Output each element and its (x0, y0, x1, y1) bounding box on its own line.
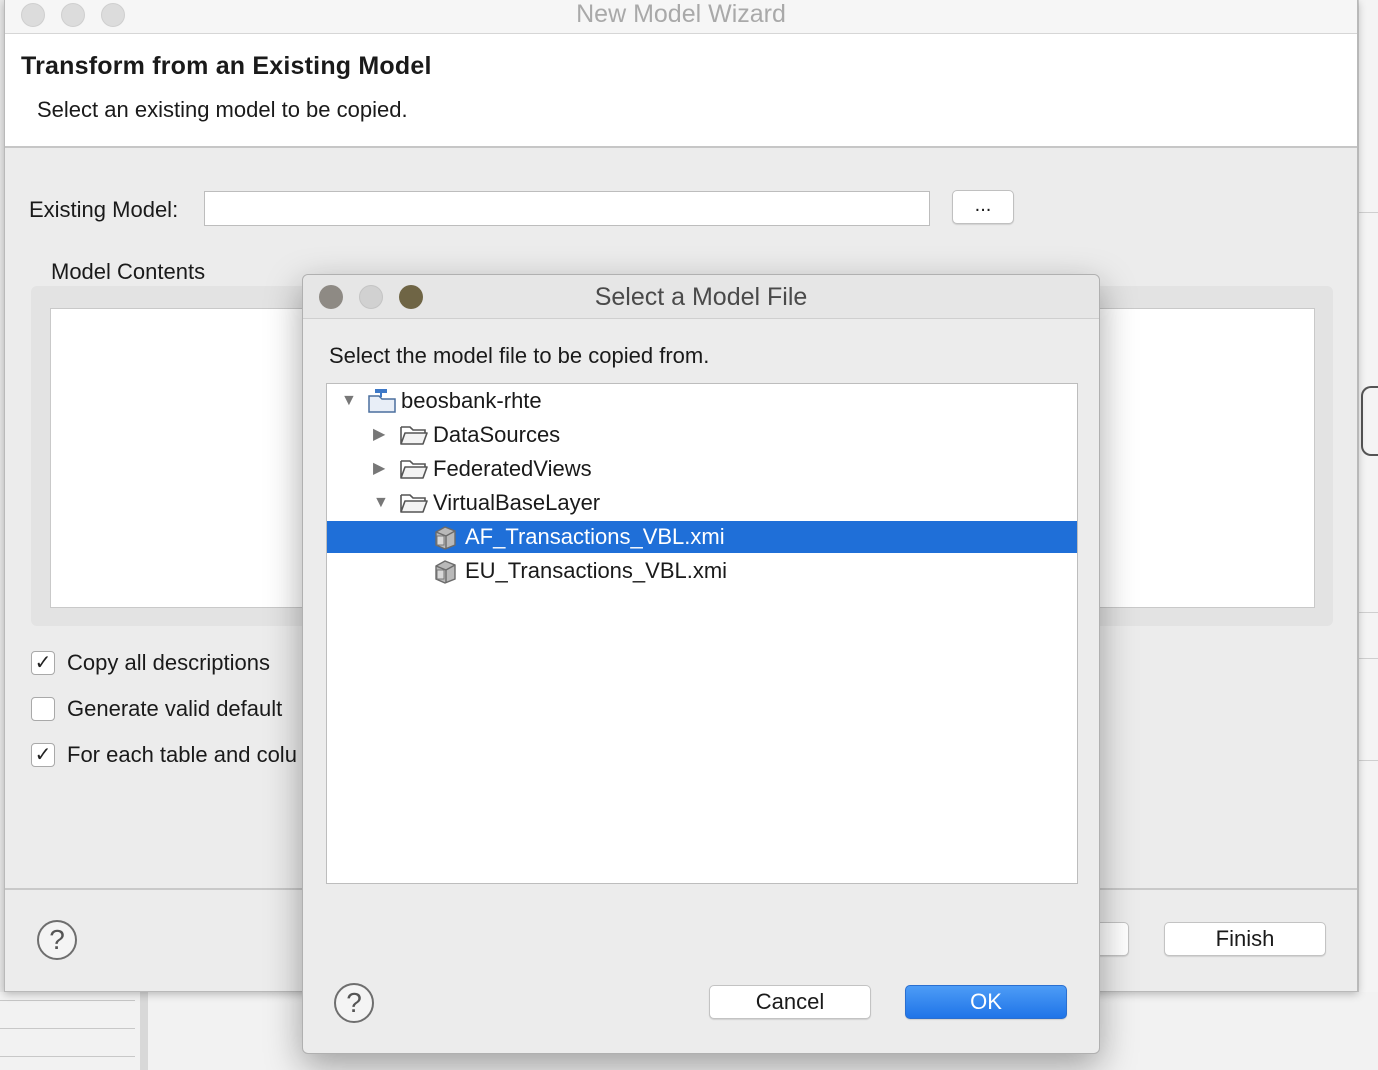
help-icon[interactable]: ? (334, 983, 374, 1023)
tree-item-label: EU_Transactions_VBL.xmi (465, 558, 728, 583)
background-divider (0, 1028, 135, 1029)
copy-descriptions-checkbox[interactable]: ✓ (31, 651, 55, 675)
folder-icon (399, 456, 429, 482)
wizard-header: Transform from an Existing Model Select … (5, 34, 1357, 148)
background-window-edge (1358, 0, 1378, 1070)
copy-descriptions-label: Copy all descriptions (67, 650, 270, 675)
cancel-button[interactable]: Cancel (709, 985, 871, 1019)
project-icon (367, 388, 397, 414)
existing-model-label: Existing Model: (29, 197, 179, 222)
folder-icon (399, 490, 429, 516)
existing-model-input[interactable] (204, 191, 930, 226)
model-icon (431, 558, 461, 584)
select-model-file-dialog: Select a Model File Select the model fil… (302, 274, 1100, 1054)
tree-item-project[interactable]: ▼ beosbank-rhte (327, 385, 1077, 417)
page-title: Transform from an Existing Model (21, 52, 432, 80)
table-column-option[interactable]: ✓ For each table and colu (31, 742, 297, 768)
background-divider (1359, 612, 1378, 613)
tree-item-folder[interactable]: ▶ FederatedViews (327, 453, 1077, 485)
disclosure-collapsed-icon[interactable]: ▶ (373, 419, 385, 451)
tree-item-label: VirtualBaseLayer (433, 490, 601, 515)
background-divider (1359, 658, 1378, 659)
finish-button[interactable]: Finish (1164, 922, 1326, 956)
dialog-prompt: Select the model file to be copied from. (329, 343, 710, 368)
tree-item-folder[interactable]: ▼ VirtualBaseLayer (327, 487, 1077, 519)
table-column-label: For each table and colu (67, 742, 297, 767)
background-divider (1359, 760, 1378, 761)
model-icon (431, 524, 461, 550)
copy-descriptions-option[interactable]: ✓ Copy all descriptions (31, 650, 270, 676)
model-file-tree[interactable]: ▼ beosbank-rhte ▶ DataSources ▶ FederatedView… (326, 383, 1078, 884)
disclosure-expanded-icon[interactable]: ▼ (373, 487, 389, 519)
page-description: Select an existing model to be copied. (37, 97, 408, 122)
tree-item-label: beosbank-rhte (401, 388, 542, 413)
background-shape (1361, 386, 1378, 456)
background-divider (0, 1056, 135, 1057)
disclosure-expanded-icon[interactable]: ▼ (341, 385, 357, 417)
tree-item-model[interactable]: EU_Transactions_VBL.xmi (327, 555, 1077, 587)
tree-item-model[interactable]: AF_Transactions_VBL.xmi (327, 521, 1077, 553)
table-column-checkbox[interactable]: ✓ (31, 743, 55, 767)
model-contents-label: Model Contents (51, 259, 206, 284)
ok-button[interactable]: OK (905, 985, 1067, 1019)
generate-defaults-option[interactable]: Generate valid default (31, 696, 282, 722)
dialog-title: Select a Model File (594, 283, 808, 311)
tree-item-label: DataSources (433, 422, 561, 447)
generate-defaults-label: Generate valid default (67, 696, 283, 721)
tree-item-label: AF_Transactions_VBL.xmi (465, 524, 725, 549)
tree-item-folder[interactable]: ▶ DataSources (327, 419, 1077, 451)
generate-defaults-checkbox[interactable] (31, 697, 55, 721)
disclosure-collapsed-icon[interactable]: ▶ (373, 453, 385, 485)
background-divider (1359, 212, 1378, 213)
background-divider (140, 992, 148, 1070)
dialog-titlebar: Select a Model File (303, 275, 1099, 319)
help-icon[interactable]: ? (37, 920, 77, 960)
background-divider (0, 1000, 135, 1001)
wizard-title: New Model Wizard (576, 0, 786, 28)
tree-item-label: FederatedViews (433, 456, 592, 481)
browse-button[interactable]: ... (952, 190, 1014, 224)
folder-icon (399, 422, 429, 448)
wizard-titlebar: New Model Wizard (5, 0, 1357, 34)
